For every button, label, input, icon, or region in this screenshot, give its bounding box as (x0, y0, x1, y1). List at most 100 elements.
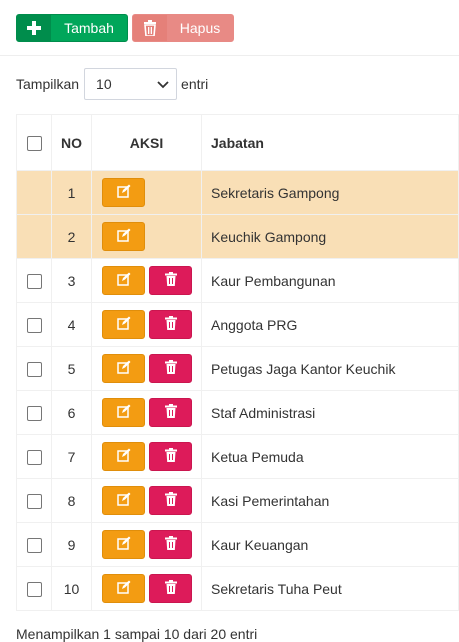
row-checkbox[interactable] (26, 449, 42, 465)
row-checkbox[interactable] (26, 361, 42, 377)
row-jabatan: Petugas Jaga Kantor Keuchik (201, 346, 459, 391)
row-jabatan: Sekretaris Gampong (201, 170, 459, 215)
edit-icon (116, 228, 131, 245)
trash-icon (164, 316, 177, 333)
row-select-cell[interactable] (16, 478, 52, 523)
row-select-cell[interactable] (16, 302, 52, 347)
table-row[interactable]: 5 Petugas Jaga Kantor Keuchik (16, 346, 459, 391)
delete-row-button[interactable] (149, 574, 192, 603)
row-select-cell[interactable] (16, 434, 52, 479)
edit-icon (116, 272, 131, 289)
row-jabatan: Keuchik Gampong (201, 214, 459, 259)
row-checkbox[interactable] (26, 317, 42, 333)
row-jabatan: Kaur Keuangan (201, 522, 459, 567)
edit-icon (116, 316, 131, 333)
table-row[interactable]: 9 Kaur Keuangan (16, 522, 459, 567)
row-actions (91, 302, 202, 347)
row-number: 2 (51, 214, 92, 259)
edit-button[interactable] (102, 266, 145, 295)
delete-button[interactable]: Hapus (132, 14, 234, 42)
data-table: NO AKSI Jabatan 1 Sekretaris Gampong 2 Keuc… (16, 114, 459, 611)
table-row[interactable]: 8 Kasi Pemerintahan (16, 478, 459, 523)
delete-row-button[interactable] (149, 442, 192, 471)
length-select[interactable]: 10 (84, 68, 178, 100)
table-row[interactable]: 10 Sekretaris Tuha Peut (16, 566, 459, 611)
table-row[interactable]: 2 Keuchik Gampong (16, 214, 459, 259)
row-actions (91, 214, 202, 259)
row-actions (91, 478, 202, 523)
row-checkbox[interactable] (26, 405, 42, 421)
add-button[interactable]: Tambah (16, 14, 128, 42)
trash-icon (133, 15, 167, 41)
row-select-cell[interactable] (16, 390, 52, 435)
row-jabatan: Kasi Pemerintahan (201, 478, 459, 523)
table-row[interactable]: 7 Ketua Pemuda (16, 434, 459, 479)
row-number: 6 (51, 390, 92, 435)
delete-row-button[interactable] (149, 530, 192, 559)
row-select-cell[interactable] (16, 346, 52, 391)
row-actions (91, 522, 202, 567)
delete-row-button[interactable] (149, 354, 192, 383)
row-select-cell[interactable] (16, 522, 52, 567)
trash-icon (164, 404, 177, 421)
row-number: 8 (51, 478, 92, 523)
toolbar: Tambah Hapus (16, 14, 234, 42)
edit-button[interactable] (102, 530, 145, 559)
edit-button[interactable] (102, 178, 145, 207)
edit-button[interactable] (102, 310, 145, 339)
table-info: Menampilkan 1 sampai 10 dari 20 entri (16, 626, 258, 642)
trash-icon (164, 272, 177, 289)
row-number: 4 (51, 302, 92, 347)
add-button-label: Tambah (64, 20, 114, 36)
header-aksi: AKSI (91, 114, 202, 171)
action-buttons (92, 530, 201, 559)
action-buttons (92, 310, 201, 339)
table-row[interactable]: 3 Kaur Pembangunan (16, 258, 459, 303)
table-row[interactable]: 4 Anggota PRG (16, 302, 459, 347)
table-row[interactable]: 1 Sekretaris Gampong (16, 170, 459, 215)
header-no[interactable]: NO (51, 114, 92, 171)
row-select-cell[interactable] (16, 566, 52, 611)
edit-button[interactable] (102, 486, 145, 515)
delete-button-label: Hapus (179, 20, 221, 36)
action-buttons (92, 266, 201, 295)
row-select-cell (16, 214, 52, 259)
row-checkbox[interactable] (26, 493, 42, 509)
select-all-checkbox[interactable] (26, 135, 42, 151)
trash-icon (164, 448, 177, 465)
header-select-all[interactable] (16, 114, 52, 171)
row-select-cell[interactable] (16, 258, 52, 303)
trash-icon (164, 360, 177, 377)
edit-icon (116, 448, 131, 465)
row-checkbox[interactable] (26, 273, 42, 289)
table-row[interactable]: 6 Staf Administrasi (16, 390, 459, 435)
row-actions (91, 566, 202, 611)
trash-icon (164, 536, 177, 553)
action-buttons (92, 486, 201, 515)
delete-row-button[interactable] (149, 398, 192, 427)
edit-icon (116, 184, 131, 201)
row-actions (91, 390, 202, 435)
edit-button[interactable] (102, 442, 145, 471)
edit-button[interactable] (102, 354, 145, 383)
row-number: 1 (51, 170, 92, 215)
edit-icon (116, 360, 131, 377)
row-number: 3 (51, 258, 92, 303)
header-jabatan[interactable]: Jabatan (201, 114, 459, 171)
delete-row-button[interactable] (149, 486, 192, 515)
row-actions (91, 258, 202, 303)
edit-button[interactable] (102, 398, 145, 427)
row-jabatan: Ketua Pemuda (201, 434, 459, 479)
row-number: 9 (51, 522, 92, 567)
edit-button[interactable] (102, 574, 145, 603)
row-jabatan: Kaur Pembangunan (201, 258, 459, 303)
length-prefix: Tampilkan (16, 76, 80, 92)
plus-icon (17, 15, 51, 41)
row-checkbox[interactable] (26, 537, 42, 553)
edit-icon (116, 404, 131, 421)
edit-button[interactable] (102, 222, 145, 251)
delete-row-button[interactable] (149, 310, 192, 339)
row-select-cell (16, 170, 52, 215)
row-checkbox[interactable] (26, 581, 42, 597)
delete-row-button[interactable] (149, 266, 192, 295)
